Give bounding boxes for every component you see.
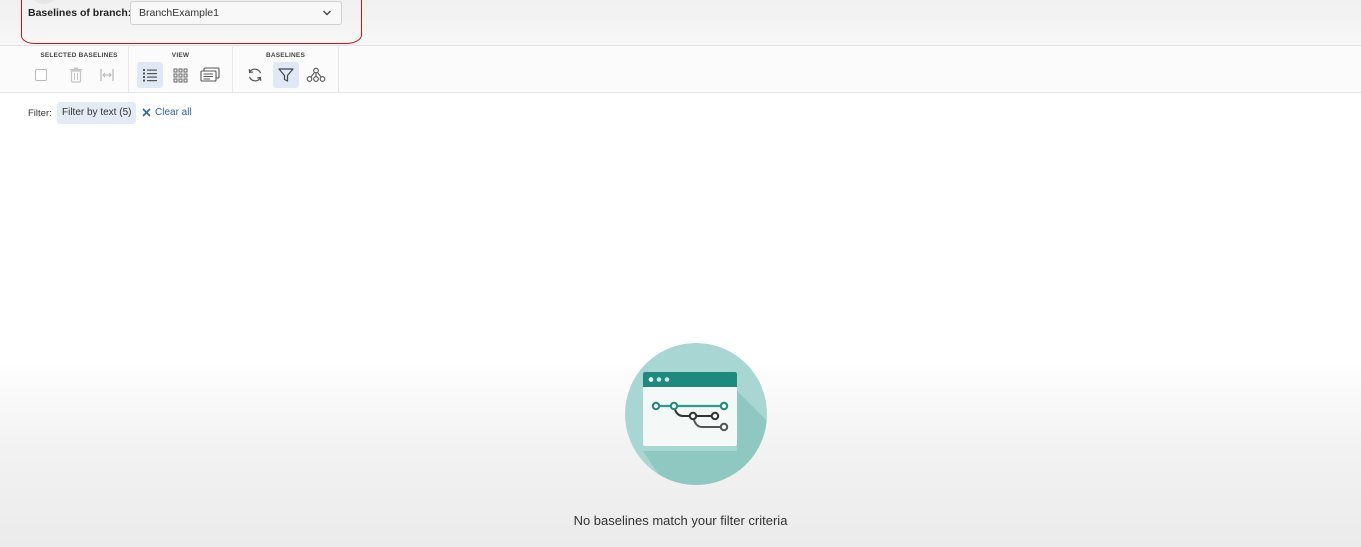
comments-view-icon <box>200 67 220 82</box>
toolbar: SELECTED BASELINES VIEW BASELINES <box>0 47 1361 93</box>
filter-icon <box>278 68 294 82</box>
compare-button[interactable] <box>94 62 120 88</box>
branch-label: Baselines of branch: <box>28 7 132 19</box>
comments-view-button[interactable] <box>197 62 223 88</box>
toolbar-group-selected-baselines: SELECTED BASELINES <box>30 47 129 93</box>
group-title: VIEW <box>171 52 190 59</box>
clear-all-label: Clear all <box>155 107 192 118</box>
toolbar-group-baselines: BASELINES <box>233 47 339 93</box>
list-view-icon <box>143 69 157 82</box>
compare-icon <box>100 69 114 81</box>
select-all-checkbox[interactable] <box>28 62 54 88</box>
refresh-icon <box>248 68 262 82</box>
branch-select[interactable]: BranchExample1 <box>130 1 342 25</box>
grid-view-icon <box>173 68 187 82</box>
empty-state-illustration <box>625 343 767 485</box>
toolbar-group-view: VIEW <box>129 47 233 93</box>
chevron-down-icon <box>323 10 331 16</box>
group-title: SELECTED BASELINES <box>40 52 118 59</box>
close-icon <box>142 108 151 117</box>
group-title: BASELINES <box>265 52 305 59</box>
trash-icon <box>70 67 82 83</box>
clear-all-link[interactable]: Clear all <box>142 107 192 118</box>
app-root: Baselines of branch: BranchExample1 SELE… <box>0 0 1361 547</box>
top-bar: Baselines of branch: BranchExample1 <box>0 0 1361 46</box>
grid-view-button[interactable] <box>167 62 193 88</box>
checkbox-icon <box>35 69 47 81</box>
empty-state-message: No baselines match your filter criteria <box>573 513 788 528</box>
filter-label: Filter: <box>28 108 52 119</box>
delete-button[interactable] <box>63 62 89 88</box>
branches-button[interactable] <box>303 62 329 88</box>
branch-select-value: BranchExample1 <box>139 7 219 19</box>
branches-icon <box>306 67 326 82</box>
filter-chip[interactable]: Filter by text (5) <box>57 102 137 124</box>
filter-button[interactable] <box>273 62 299 88</box>
list-view-button[interactable] <box>137 62 163 88</box>
app-logo <box>32 0 56 4</box>
refresh-button[interactable] <box>242 62 268 88</box>
